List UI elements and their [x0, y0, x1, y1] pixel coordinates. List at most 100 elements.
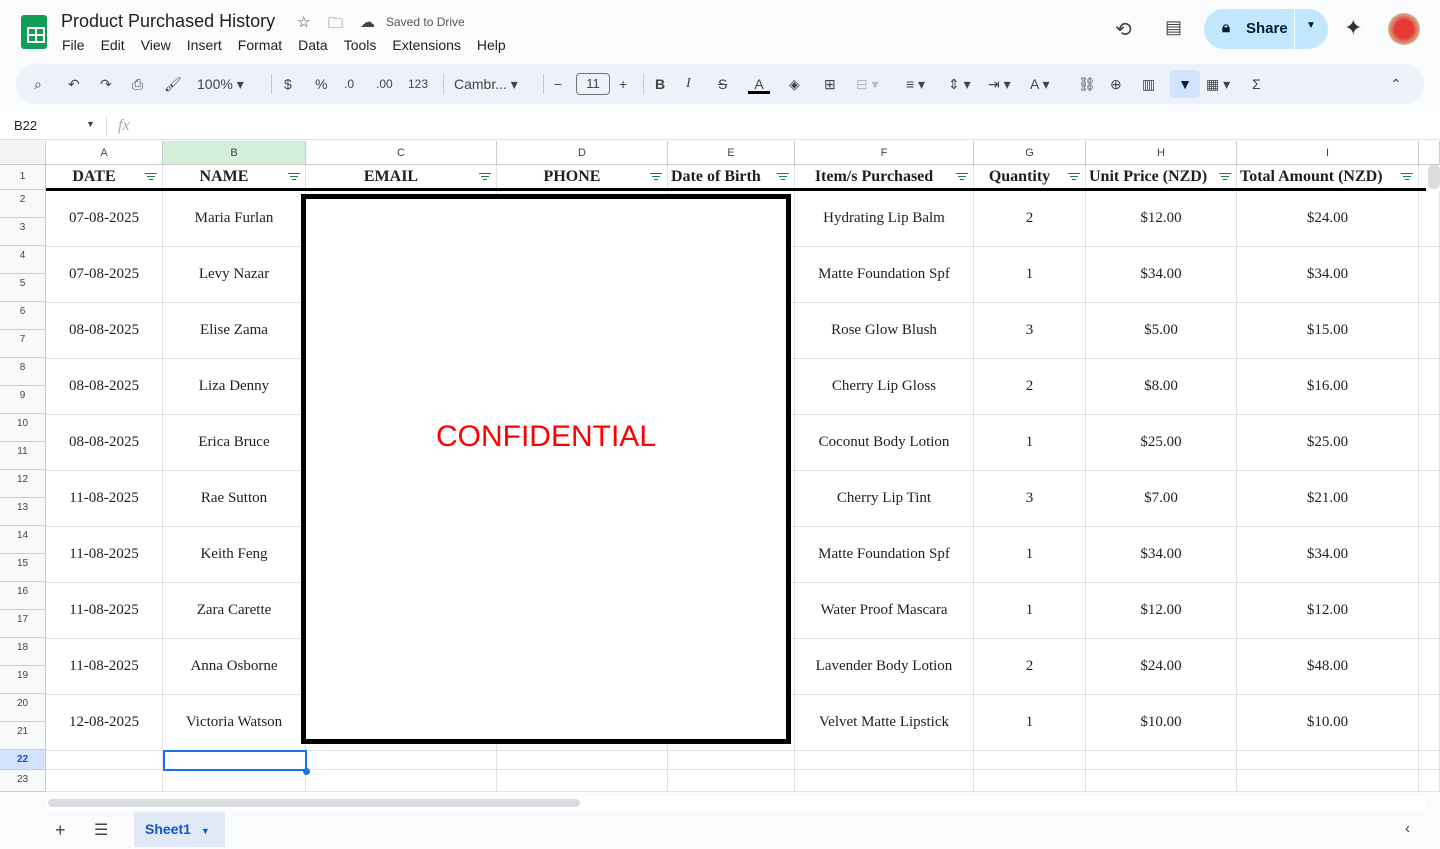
percent-format-button[interactable]: %: [315, 74, 327, 94]
table-cell-J[interactable]: [1419, 247, 1440, 303]
filter-icon[interactable]: [479, 173, 491, 181]
name-box[interactable]: B22: [14, 118, 37, 133]
table-cell-I-row5[interactable]: $25.00: [1237, 415, 1419, 471]
table-cell-B-row8[interactable]: Zara Carette: [163, 583, 306, 639]
table-cell-J[interactable]: [1419, 303, 1440, 359]
menu-format[interactable]: Format: [238, 37, 282, 53]
column-header-I[interactable]: I: [1237, 141, 1419, 165]
text-wrap-icon[interactable]: ⇥ ▾: [988, 74, 1011, 94]
row-header-18[interactable]: 18: [0, 638, 46, 666]
table-cell-J[interactable]: [1419, 695, 1440, 751]
column-header-A[interactable]: A: [46, 141, 163, 165]
table-cell-H-row6[interactable]: $7.00: [1086, 471, 1237, 527]
empty-cell-A22[interactable]: [46, 750, 163, 770]
font-size-input[interactable]: 11: [576, 73, 610, 95]
merge-cells-icon[interactable]: ⊟ ▾: [856, 74, 879, 94]
share-dropdown-icon[interactable]: ▼: [1306, 20, 1316, 31]
table-cell-B-row3[interactable]: Elise Zama: [163, 303, 306, 359]
row-header-7[interactable]: 7: [0, 330, 46, 358]
empty-cell-C23[interactable]: [306, 770, 497, 792]
table-cell-F-row2[interactable]: Matte Foundation Spf: [795, 247, 974, 303]
avatar[interactable]: [1388, 13, 1420, 45]
column-header-C[interactable]: C: [306, 141, 497, 165]
empty-cell-D22[interactable]: [497, 750, 668, 770]
version-history-icon[interactable]: ⟲: [1115, 17, 1132, 42]
empty-cell-B23[interactable]: [163, 770, 306, 792]
row-header-10[interactable]: 10: [0, 414, 46, 442]
empty-cell-G23[interactable]: [974, 770, 1086, 792]
undo-icon[interactable]: ↶: [68, 74, 80, 94]
filter-icon[interactable]: ▼: [1170, 70, 1200, 98]
table-cell-J[interactable]: [1419, 191, 1440, 247]
table-cell-B-row2[interactable]: Levy Nazar: [163, 247, 306, 303]
row-header-22[interactable]: 22: [0, 750, 46, 770]
menu-extensions[interactable]: Extensions: [392, 37, 460, 53]
empty-cell-D23[interactable]: [497, 770, 668, 792]
table-cell-H-row1[interactable]: $12.00: [1086, 191, 1237, 247]
formula-input[interactable]: [140, 115, 1430, 137]
row-header-23[interactable]: 23: [0, 770, 46, 792]
search-menus-icon[interactable]: ⌕: [34, 74, 42, 94]
table-cell-F-row8[interactable]: Water Proof Mascara: [795, 583, 974, 639]
text-color-icon[interactable]: A: [748, 74, 770, 94]
explore-collapse-icon[interactable]: ‹: [1405, 820, 1410, 837]
comments-icon[interactable]: ▤: [1165, 17, 1182, 38]
bold-icon[interactable]: B: [655, 74, 665, 94]
filter-icon[interactable]: [956, 173, 968, 181]
table-cell-F-row4[interactable]: Cherry Lip Gloss: [795, 359, 974, 415]
select-all-corner[interactable]: [0, 141, 46, 165]
row-header-14[interactable]: 14: [0, 526, 46, 554]
star-icon[interactable]: ☆: [297, 13, 310, 31]
empty-cell-F22[interactable]: [795, 750, 974, 770]
table-cell-G-row1[interactable]: 2: [974, 191, 1086, 247]
table-cell-B-row6[interactable]: Rae Sutton: [163, 471, 306, 527]
table-cell-H-row3[interactable]: $5.00: [1086, 303, 1237, 359]
table-cell-H-row5[interactable]: $25.00: [1086, 415, 1237, 471]
table-cell-G-row4[interactable]: 2: [974, 359, 1086, 415]
table-cell-A-row10[interactable]: 12-08-2025: [46, 695, 163, 751]
table-cell-I-row8[interactable]: $12.00: [1237, 583, 1419, 639]
table-cell-H-row7[interactable]: $34.00: [1086, 527, 1237, 583]
redo-icon[interactable]: ↷: [100, 74, 112, 94]
more-formats-button[interactable]: 123: [408, 74, 428, 94]
table-cell-A-row8[interactable]: 11-08-2025: [46, 583, 163, 639]
table-cell-F-row9[interactable]: Lavender Body Lotion: [795, 639, 974, 695]
table-cell-A-row5[interactable]: 08-08-2025: [46, 415, 163, 471]
horizontal-scrollbar[interactable]: [46, 796, 1426, 810]
table-cell-G-row5[interactable]: 1: [974, 415, 1086, 471]
table-cell-I-row3[interactable]: $15.00: [1237, 303, 1419, 359]
table-cell-A-row9[interactable]: 11-08-2025: [46, 639, 163, 695]
borders-icon[interactable]: ⊞: [824, 74, 836, 94]
sheets-logo[interactable]: [21, 15, 47, 49]
table-cell-G-row10[interactable]: 1: [974, 695, 1086, 751]
empty-cell-undefined23[interactable]: [1419, 770, 1440, 792]
table-cell-G-row2[interactable]: 1: [974, 247, 1086, 303]
menu-data[interactable]: Data: [298, 37, 328, 53]
row-header-3[interactable]: 3: [0, 218, 46, 246]
table-cell-H-row4[interactable]: $8.00: [1086, 359, 1237, 415]
table-cell-A-row1[interactable]: 07-08-2025: [46, 191, 163, 247]
table-cell-G-row8[interactable]: 1: [974, 583, 1086, 639]
table-cell-J[interactable]: [1419, 415, 1440, 471]
collapse-toolbar-icon[interactable]: ⌃: [1390, 74, 1402, 94]
table-cell-F-row7[interactable]: Matte Foundation Spf: [795, 527, 974, 583]
menu-edit[interactable]: Edit: [101, 37, 125, 53]
table-cell-J[interactable]: [1419, 471, 1440, 527]
table-cell-F-row3[interactable]: Rose Glow Blush: [795, 303, 974, 359]
empty-cell-G22[interactable]: [974, 750, 1086, 770]
decrease-font-size-icon[interactable]: −: [554, 74, 562, 94]
vertical-align-icon[interactable]: ⇕ ▾: [948, 74, 971, 94]
filter-icon[interactable]: [777, 173, 789, 181]
empty-cell-F23[interactable]: [795, 770, 974, 792]
table-cell-I-row10[interactable]: $10.00: [1237, 695, 1419, 751]
move-folder-icon[interactable]: 🗀: [328, 13, 343, 38]
table-cell-B-row1[interactable]: Maria Furlan: [163, 191, 306, 247]
table-cell-F-row5[interactable]: Coconut Body Lotion: [795, 415, 974, 471]
table-cell-I-row4[interactable]: $16.00: [1237, 359, 1419, 415]
name-box-dropdown-icon[interactable]: ▼: [86, 119, 95, 129]
column-header-D[interactable]: D: [497, 141, 668, 165]
column-header-J[interactable]: [1419, 141, 1440, 165]
italic-icon[interactable]: I: [686, 74, 691, 94]
empty-cell-H22[interactable]: [1086, 750, 1237, 770]
filter-icon[interactable]: [650, 173, 662, 181]
